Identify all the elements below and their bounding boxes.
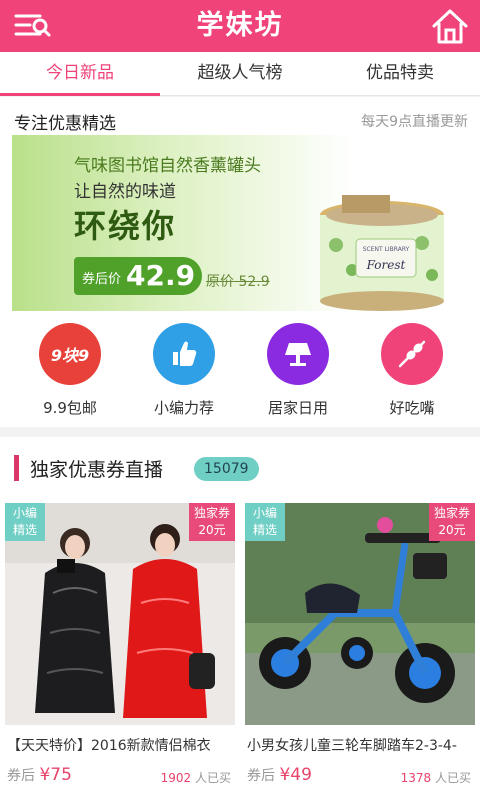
editor-pick-tag: 小编 精选: [5, 503, 45, 541]
exclusive-coupon-tag: 独家券 20元: [429, 503, 475, 541]
can-name-text: Forest: [366, 258, 406, 272]
product-price: 券后 ¥49: [247, 765, 312, 785]
lamp-icon: [267, 323, 329, 385]
exclusive-coupon-tag: 独家券 20元: [189, 503, 235, 541]
can-brand-text: SCENT LIBRARY: [363, 246, 410, 253]
product-card[interactable]: 小编 精选 独家券 20元 小男女孩儿童三轮车脚踏车2-3-4- 券后 ¥49 13…: [245, 503, 475, 793]
scent-can-image: SCENT LIBRARY Forest: [320, 195, 444, 311]
editor-pick-tag: 小编 精选: [245, 503, 285, 541]
nine-nine-icon: 9块9: [39, 323, 101, 385]
banner-price-label: 券后价: [82, 272, 122, 287]
product-price: 券后 ¥75: [7, 765, 72, 785]
tab-bar: 今日新品 超级人气榜 优品特卖: [0, 52, 480, 96]
featured-heading: 专注优惠精选: [14, 114, 116, 134]
tab-special-sale[interactable]: 优品特卖: [320, 52, 480, 95]
category-editor-picks[interactable]: 小编力荐: [129, 323, 239, 418]
app-header: 学妹坊: [0, 0, 480, 52]
banner-original-price: 原价 52.9: [206, 274, 270, 290]
banner-headline: 环绕你: [74, 207, 177, 245]
skewer-icon: [381, 323, 443, 385]
app-title: 学妹坊: [196, 10, 284, 41]
banner-price: 42.9: [126, 259, 196, 292]
sold-count: 1902 人已买: [160, 771, 231, 785]
product-image: 小编 精选 独家券 20元: [5, 503, 235, 725]
category-label: 居家日用: [267, 399, 328, 417]
featured-section: 专注优惠精选 每天9点直播更新 气味图书馆自然香薰罐头 让自然的味道 环绕你 券…: [0, 97, 480, 427]
sold-count: 1378 人已买: [400, 771, 471, 785]
thumbs-up-icon: [153, 323, 215, 385]
banner-slogan: 让自然的味道: [74, 182, 176, 202]
product-image: 小编 精选 独家券 20元: [245, 503, 475, 725]
category-label: 小编力荐: [153, 399, 214, 417]
banner-price-pill: 券后价 42.9: [74, 257, 202, 295]
coupon-title: 独家优惠券直播: [30, 459, 164, 481]
category-row: 9块9 9.9包邮 小编力荐 居家日用 好吃嘴: [0, 323, 480, 423]
category-home-daily[interactable]: 居家日用: [243, 323, 353, 418]
nine-nine-badge: 9块9: [50, 346, 90, 365]
section-accent-bar: [14, 455, 19, 481]
product-name: 【天天特价】2016新款情侣棉衣: [7, 738, 211, 754]
category-label: 好吃嘴: [389, 399, 435, 417]
category-9-9[interactable]: 9块9 9.9包邮: [15, 323, 125, 418]
coupon-section: 独家优惠券直播 15079 小编精选 独家券 20元 【天天特价】2016新款情…: [0, 437, 480, 800]
coupon-count-badge: 15079: [194, 457, 259, 481]
tab-popular[interactable]: 超级人气榜: [160, 52, 320, 95]
tab-new-today[interactable]: 今日新品: [0, 52, 160, 96]
category-label: 9.9包邮: [43, 399, 97, 417]
product-card[interactable]: 小编 精选 独家券 20元 【天天特价】2016新款情侣棉衣 券后 ¥75 1902…: [5, 503, 235, 793]
promo-banner[interactable]: 气味图书馆自然香薰罐头 让自然的味道 环绕你 券后价 42.9 原价 52.9 …: [12, 135, 468, 311]
product-name: 小男女孩儿童三轮车脚踏车2-3-4-: [247, 738, 457, 754]
coupon-header: 独家优惠券直播 15079: [0, 451, 480, 485]
banner-product-name: 气味图书馆自然香薰罐头: [74, 156, 261, 176]
category-snacks[interactable]: 好吃嘴: [357, 323, 467, 418]
update-note: 每天9点直播更新: [361, 114, 468, 130]
home-icon[interactable]: [430, 6, 470, 46]
